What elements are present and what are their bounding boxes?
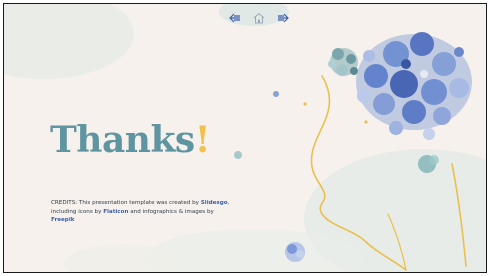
slide-navigation xyxy=(228,12,290,24)
teal-flower xyxy=(328,48,358,76)
arrow-right-icon xyxy=(278,13,289,23)
flaticon-link[interactable]: Flaticon xyxy=(103,209,128,215)
home-icon xyxy=(253,12,265,24)
title-text: Thanks xyxy=(50,119,195,161)
next-slide-button[interactable] xyxy=(276,12,290,24)
freepik-link[interactable]: Freepik xyxy=(51,217,74,223)
small-blue-flower xyxy=(285,242,305,262)
credits-intro: CREDITS: This presentation template was … xyxy=(51,200,201,206)
home-button[interactable] xyxy=(252,12,266,24)
title-exclamation: ! xyxy=(194,119,211,161)
prev-slide-button[interactable] xyxy=(228,12,242,24)
arrow-left-icon xyxy=(229,13,240,23)
slide-title: Thanks! xyxy=(50,119,211,161)
credits-after-flaticon: and infographics & images by xyxy=(128,208,214,215)
slidesgo-link[interactable]: Slidesgo xyxy=(201,200,228,206)
blue-flower xyxy=(356,32,472,140)
credits-text: CREDITS: This presentation template was … xyxy=(51,199,231,225)
slide-frame: Thanks! CREDITS: This presentation templ… xyxy=(3,3,487,273)
